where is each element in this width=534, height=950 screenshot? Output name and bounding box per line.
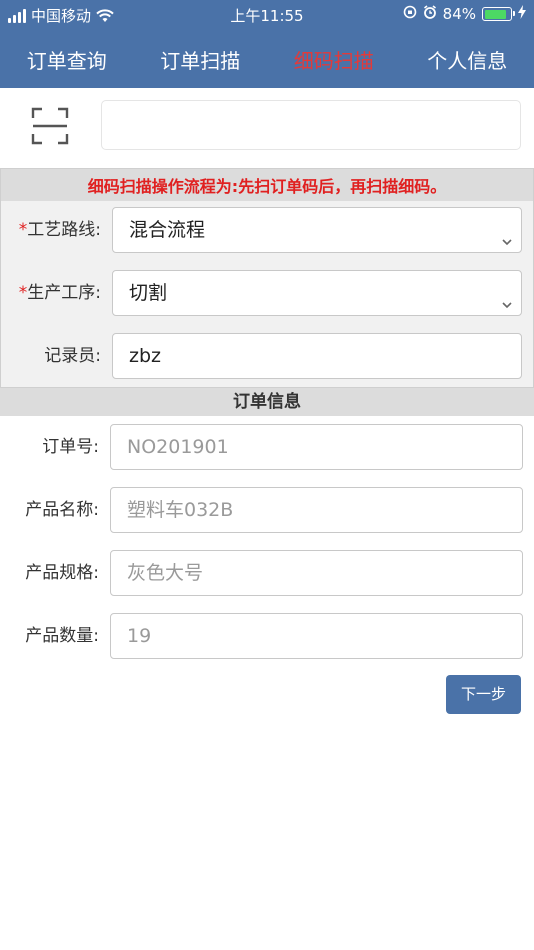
product-name-field[interactable]: 塑料车032B [110,487,523,533]
tab-personal-info[interactable]: 个人信息 [401,28,534,88]
scan-code-input[interactable] [101,100,521,150]
process-route-select[interactable]: 混合流程 [112,207,522,253]
alarm-icon [423,5,437,23]
scan-icon[interactable] [30,106,70,146]
recorder-row: 记录员: zbz [1,333,534,379]
product-spec-field[interactable]: 灰色大号 [110,550,523,596]
status-right: 84% [403,5,526,23]
product-name-label: 产品名称: [25,500,99,520]
order-no-field[interactable]: NO201901 [110,424,523,470]
tab-order-query[interactable]: 订单查询 [0,28,134,88]
battery-percent: 84% [442,5,476,23]
battery-icon [482,7,515,21]
production-step-label: *生产工序: [18,283,101,303]
process-route-row: *工艺路线: 混合流程 [1,207,534,253]
status-bar: 中国移动 上午11:55 84% [0,0,534,28]
required-mark: * [18,220,28,240]
tab-order-scan[interactable]: 订单扫描 [134,28,268,88]
tab-fine-code-scan[interactable]: 细码扫描 [267,28,401,88]
recorder-input[interactable]: zbz [112,333,522,379]
chevron-down-icon [501,222,513,266]
chevron-down-icon [501,285,513,329]
recorder-label: 记录员: [44,346,101,366]
order-no-label: 订单号: [42,437,99,457]
required-mark: * [18,283,28,303]
charging-icon [518,5,526,23]
scan-procedure-notice: 细码扫描操作流程为:先扫订单码后，再扫描细码。 [1,169,533,201]
next-step-button[interactable]: 下一步 [446,675,521,714]
scan-settings-panel: 细码扫描操作流程为:先扫订单码后，再扫描细码。 *工艺路线: 混合流程 *生产工… [0,168,534,388]
order-info-header: 订单信息 [0,388,534,416]
order-no-row: 订单号: NO201901 [0,424,534,470]
top-nav: 订单查询 订单扫描 细码扫描 个人信息 [0,28,534,88]
product-qty-row: 产品数量: 19 [0,613,534,659]
process-route-value: 混合流程 [129,219,206,241]
production-step-row: *生产工序: 切割 [1,270,534,316]
scan-row [0,88,534,168]
product-spec-label: 产品规格: [25,563,99,583]
product-qty-label: 产品数量: [25,626,99,646]
product-spec-row: 产品规格: 灰色大号 [0,550,534,596]
product-name-row: 产品名称: 塑料车032B [0,487,534,533]
rotation-lock-icon [403,5,417,23]
production-step-value: 切割 [129,282,168,304]
process-route-label: *工艺路线: [18,220,101,240]
product-qty-field[interactable]: 19 [110,613,523,659]
production-step-select[interactable]: 切割 [112,270,522,316]
